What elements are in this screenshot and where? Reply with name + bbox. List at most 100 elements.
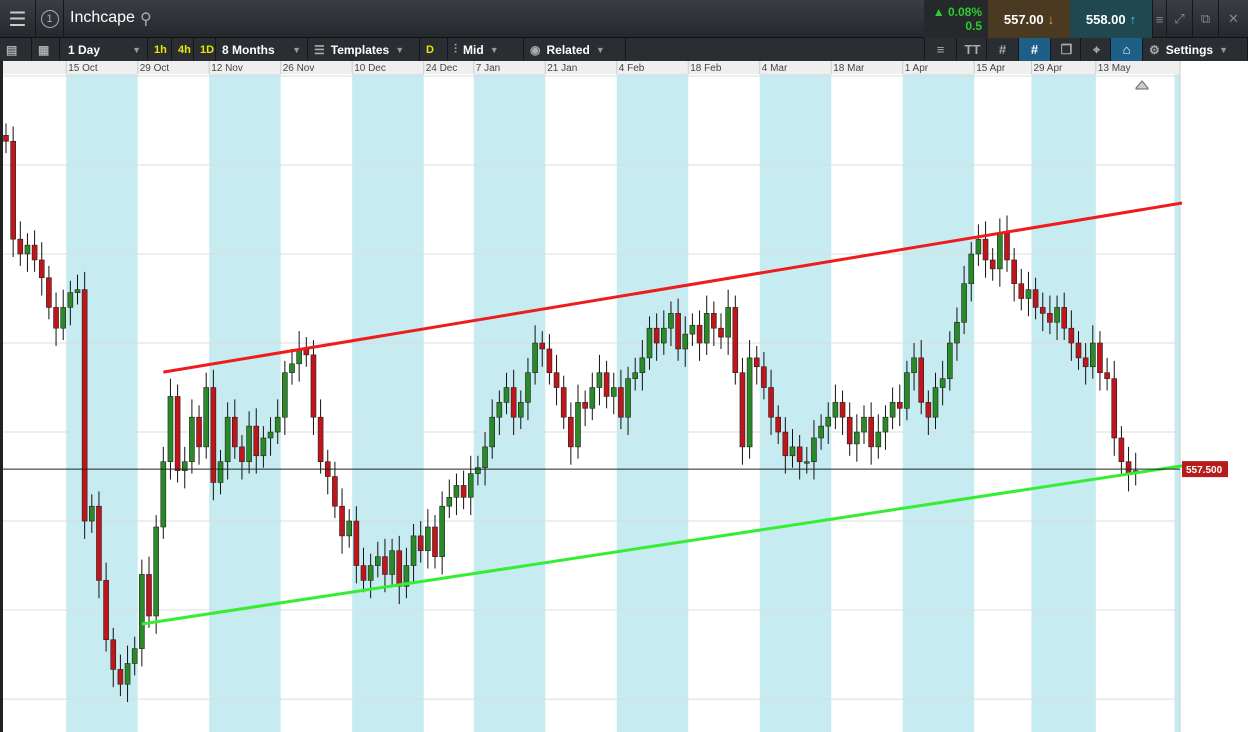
range-select[interactable]: 8 Months ▼ [216, 38, 308, 61]
candle-down [53, 307, 59, 329]
candle-up [660, 327, 667, 344]
instrument-title[interactable]: Inchcape [70, 9, 135, 27]
candles-icon: ⫶ [454, 42, 458, 56]
candle-down [653, 327, 660, 344]
templates-label: Templates [330, 42, 390, 57]
sell-button[interactable]: 557.00 ↓ [988, 0, 1070, 38]
candle-up [489, 416, 496, 448]
candle-down [782, 431, 789, 457]
chevron-down-icon: ▼ [292, 44, 301, 55]
candle-up [167, 396, 174, 463]
candle-up [854, 431, 860, 445]
grid-icon[interactable]: # [986, 38, 1018, 61]
candle-up [446, 497, 453, 507]
interval-1d[interactable]: 1D [194, 38, 216, 61]
month-band [473, 74, 546, 732]
candle-up [425, 526, 431, 552]
candle-up [575, 402, 581, 448]
candle-up [67, 292, 74, 308]
crosshair-icon[interactable]: ⌖ [1080, 38, 1112, 61]
candle-down [982, 238, 989, 261]
buy-button[interactable]: 558.00 ↑ [1070, 0, 1152, 38]
candle-up [189, 416, 195, 463]
candle-up [389, 550, 395, 575]
current-price-label: 557.500 [1186, 465, 1223, 476]
candle-down [846, 416, 853, 445]
windows-icon[interactable]: ❐ [1050, 38, 1082, 61]
workspace-number-icon[interactable]: 1 [36, 0, 64, 38]
candle-up [267, 431, 274, 439]
candle-down [1104, 372, 1110, 379]
settings-label: Settings [1165, 42, 1214, 57]
candle-up [946, 342, 953, 379]
interval-1h[interactable]: 1h [148, 38, 172, 61]
popout-icon[interactable]: ⧉ [1192, 0, 1218, 38]
chevron-down-icon: ▼ [489, 44, 499, 55]
candle-down [510, 387, 517, 418]
candle-down [539, 342, 546, 350]
candle-down [117, 669, 124, 685]
candle-down [417, 535, 424, 552]
related-button[interactable]: ◉ Related ▼ [524, 38, 626, 61]
candle-down [603, 372, 610, 397]
interval-4h[interactable]: 4h [172, 38, 194, 61]
x-tick-label: 13 May [1098, 63, 1131, 74]
candle-up [725, 307, 731, 338]
tag-icon[interactable]: ⌂ [1110, 38, 1142, 61]
candle-up [882, 416, 889, 433]
interval-select[interactable]: 1 Day ▼ [62, 38, 148, 61]
x-tick-label: 29 Oct [140, 63, 170, 74]
candle-up [517, 402, 524, 418]
candle-up [217, 461, 224, 483]
candle-down [1075, 342, 1082, 359]
candle-up [482, 446, 488, 468]
sell-price: 557.00 [1003, 11, 1044, 27]
chevron-down-icon: ▼ [595, 44, 605, 55]
scale-icon[interactable]: ≡ [924, 38, 956, 61]
templates-button[interactable]: ☰ Templates ▼ [308, 38, 420, 61]
range-value: 8 Months [222, 42, 275, 57]
x-tick-label: 4 Mar [762, 63, 788, 74]
candle-down [568, 416, 574, 448]
candle-up [124, 663, 131, 685]
candle-down [10, 140, 16, 240]
arrow-down-icon: ↓ [1047, 11, 1055, 27]
candle-up [24, 244, 31, 255]
gear-icon: ⚙ [1149, 42, 1160, 57]
candle-down [382, 556, 388, 575]
candle-up [689, 324, 696, 335]
candle-down [1061, 307, 1067, 329]
candle-down [1018, 283, 1025, 299]
candle-up [861, 416, 867, 433]
title-bar: ☰ 1 Inchcape ⚲ ▲ 0.08% 0.5 557.00 ↓ 558.00… [0, 0, 1248, 38]
text-size-icon[interactable]: TT [956, 38, 988, 61]
candle-down [396, 550, 403, 587]
expand-icon[interactable]: ⤢ [1166, 0, 1192, 38]
layout-icon[interactable]: ▦ [32, 38, 60, 61]
candle-up [1054, 307, 1060, 323]
d-button[interactable]: D [420, 38, 448, 61]
search-icon[interactable]: ⚲ [140, 9, 152, 29]
price-chart[interactable]: 690.000660.000630.000600.000570.000540.0… [0, 61, 1248, 732]
candle-up [410, 535, 417, 566]
candle-up [610, 387, 617, 397]
candle-down [896, 402, 903, 409]
candle-up [639, 357, 646, 373]
candle-down [796, 446, 803, 463]
candle-up [832, 402, 839, 418]
settings-button[interactable]: ⚙ Settings ▼ [1142, 38, 1248, 61]
candle-down [560, 387, 567, 418]
list-icon[interactable]: ▤ [0, 38, 32, 61]
price-type-select[interactable]: ⫶ Mid ▼ [448, 38, 524, 61]
drag-handle-icon[interactable]: ≡ [1152, 0, 1166, 38]
candle-down [317, 416, 324, 463]
draw-grid-icon[interactable]: # [1018, 38, 1050, 61]
hamburger-icon[interactable]: ☰ [0, 0, 36, 38]
close-icon[interactable]: ✕ [1218, 0, 1248, 38]
candle-down [718, 327, 724, 338]
candle-down [253, 425, 260, 457]
price-change: ▲ 0.08% 0.5 [924, 0, 988, 38]
chevron-down-icon: ▼ [395, 44, 405, 55]
month-band [352, 74, 424, 732]
x-tick-label: 12 Nov [211, 63, 243, 74]
